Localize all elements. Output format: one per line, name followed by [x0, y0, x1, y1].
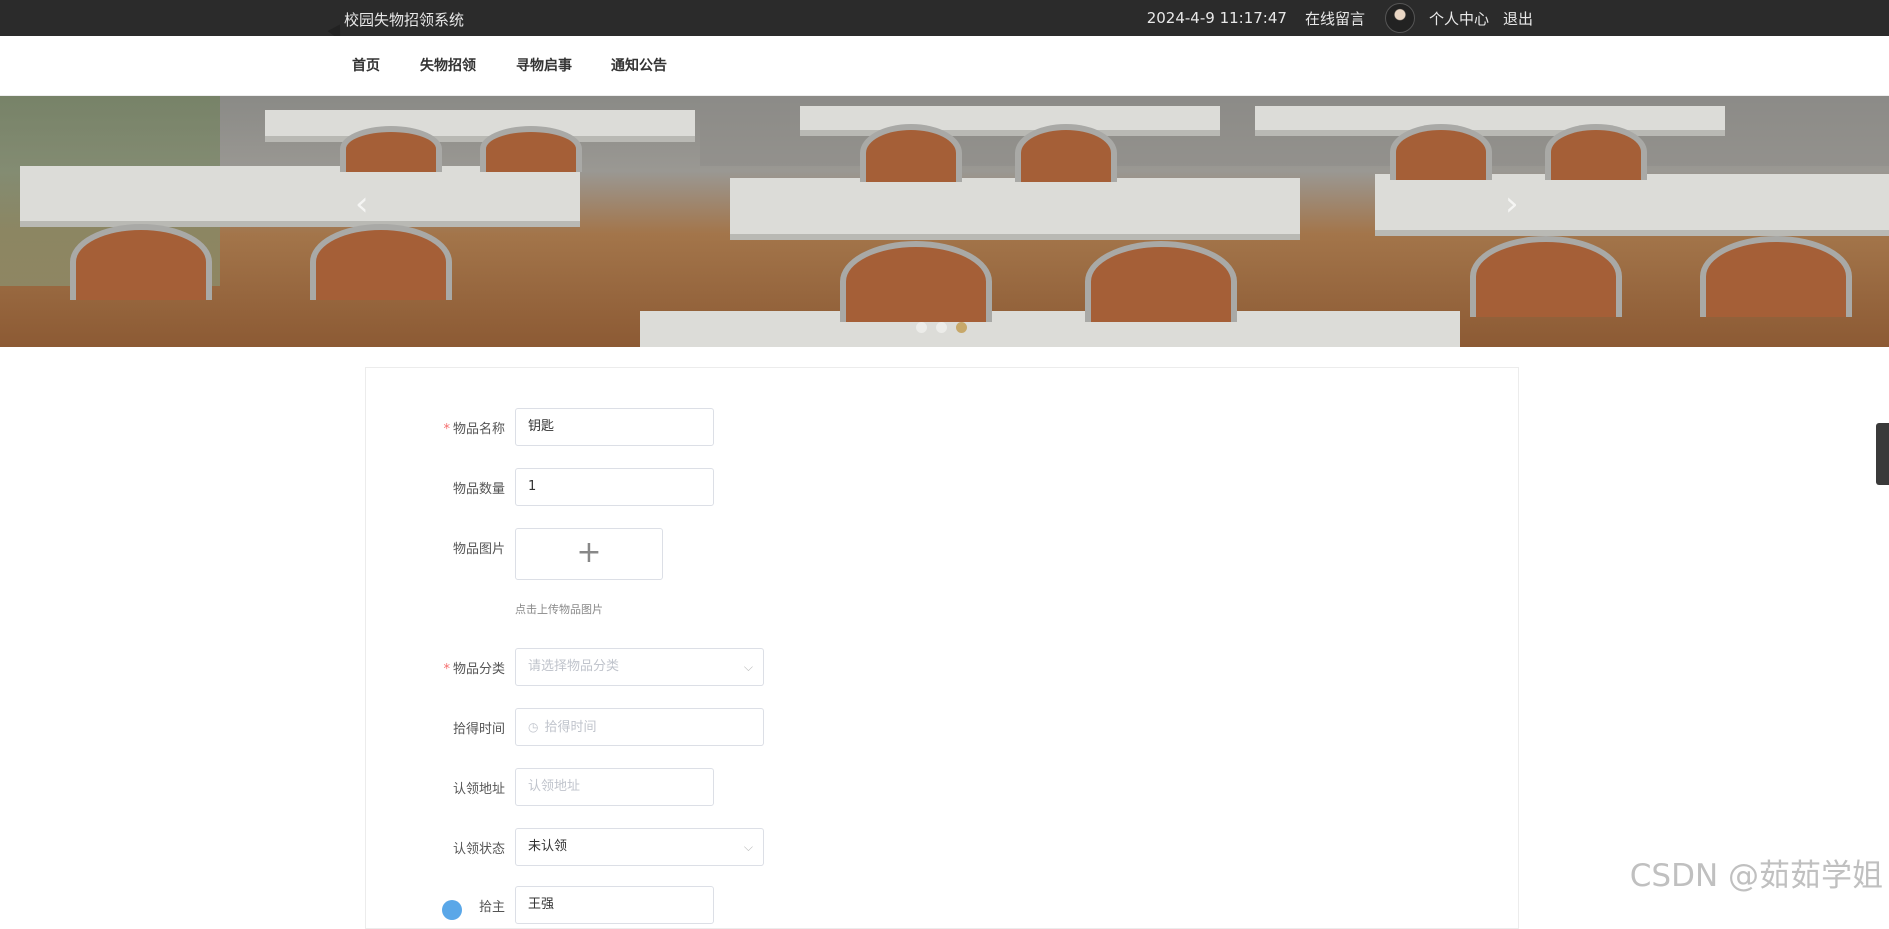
claim-address-label: 认领地址 [452, 782, 505, 797]
banner-chair [1390, 124, 1492, 180]
banner-desk [1375, 174, 1889, 236]
banner-chair [310, 224, 452, 300]
top-bar-right: 2024-4-9 11:17:47 在线留言 个人中心 退出 [1147, 0, 1533, 36]
profile-link[interactable]: 个人中心 [1429, 8, 1489, 29]
banner-carousel[interactable]: ‹ › [0, 96, 1889, 347]
banner-desk [265, 110, 695, 142]
logout-link[interactable]: 退出 [1503, 8, 1533, 29]
item-name-label: * 物品名称 [443, 422, 505, 437]
carousel-prev-icon[interactable]: ‹ [355, 184, 369, 224]
banner-desk [800, 106, 1220, 136]
finder-input[interactable]: 王强 [515, 886, 714, 924]
claim-address-input[interactable]: 认领地址 [515, 768, 714, 806]
item-category-placeholder: 请选择物品分类 [528, 659, 620, 674]
plus-icon: + [576, 535, 602, 570]
banner-chair [1470, 236, 1622, 317]
banner-desk [1255, 106, 1725, 136]
carousel-dot-active[interactable] [956, 322, 967, 333]
banner-chair [480, 126, 582, 172]
banner-desk [640, 311, 1460, 347]
item-category-label: * 物品分类 [443, 662, 505, 677]
banner-chair [1545, 124, 1647, 180]
banner-chair [340, 126, 442, 172]
chevron-down-icon: ⌵ [743, 660, 753, 674]
chevron-down-icon: ⌵ [743, 840, 753, 854]
image-upload-button[interactable]: + [515, 528, 663, 580]
banner-chair [860, 124, 962, 182]
banner-chair [1015, 124, 1117, 182]
banner-desk [730, 178, 1300, 240]
nav-item-home[interactable]: 首页 [352, 55, 380, 75]
banner-chair [70, 224, 212, 300]
clock-icon: ◷ [528, 720, 539, 734]
user-avatar[interactable] [1384, 3, 1415, 33]
item-quantity-input[interactable]: 1 [515, 468, 714, 506]
main-nav: 首页 失物招领 寻物启事 通知公告 [0, 36, 1889, 96]
nav-item-lost-found[interactable]: 失物招领 [420, 55, 476, 75]
item-quantity-label: 物品数量 [452, 482, 505, 497]
site-title: 校园失物招领系统 [344, 11, 465, 29]
found-time-label: 拾得时间 [452, 722, 505, 737]
nav-item-announcements[interactable]: 通知公告 [611, 55, 667, 75]
found-time-picker[interactable]: ◷ 拾得时间 [515, 708, 764, 746]
top-bar: 校园失物招领系统 2024-4-9 11:17:47 在线留言 个人中心 退出 [0, 0, 1889, 36]
carousel-dot[interactable] [936, 322, 947, 333]
banner-desk [20, 166, 580, 227]
nav-item-search-notice[interactable]: 寻物启事 [516, 55, 572, 75]
required-mark: * [443, 422, 450, 437]
claim-status-value: 未认领 [528, 839, 568, 854]
required-mark: * [443, 662, 450, 677]
banner-chair [1085, 241, 1237, 322]
messages-link[interactable]: 在线留言 [1305, 8, 1365, 29]
found-time-placeholder: 拾得时间 [544, 720, 597, 735]
image-upload-tip: 点击上传物品图片 [515, 603, 603, 616]
claim-status-select[interactable]: 未认领 ⌵ [515, 828, 764, 866]
banner-chair [1700, 236, 1852, 317]
current-datetime: 2024-4-9 11:17:47 [1146, 9, 1287, 27]
carousel-dot[interactable] [916, 322, 927, 333]
banner-chair [840, 241, 992, 322]
side-toggle-tab[interactable] [1876, 423, 1889, 485]
item-category-select[interactable]: 请选择物品分类 ⌵ [515, 648, 764, 686]
claim-status-label: 认领状态 [452, 842, 505, 857]
watermark: CSDN @茹茹学姐 [1629, 858, 1883, 894]
item-image-label: 物品图片 [452, 542, 505, 557]
carousel-next-icon[interactable]: › [1505, 184, 1519, 224]
item-name-input[interactable]: 钥匙 [515, 408, 714, 446]
